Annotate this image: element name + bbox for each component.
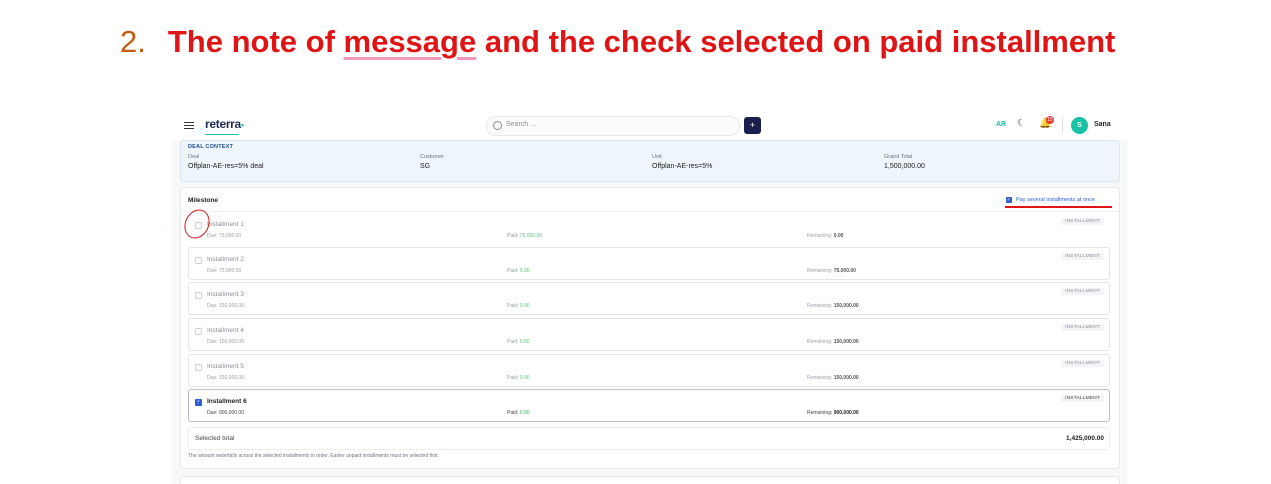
installment-paid: Paid: 0.00 xyxy=(507,375,530,381)
installment-checkbox[interactable] xyxy=(195,328,202,335)
heading-text-underlined: message xyxy=(343,24,477,59)
milestone-title: Milestone xyxy=(188,197,218,204)
installment-paid: Paid: 0.00 xyxy=(507,410,530,416)
installment-tag: INSTALLMENT xyxy=(1061,253,1104,260)
pay-several-label[interactable]: Pay several installments at once xyxy=(1016,197,1095,203)
installment-checkbox[interactable] xyxy=(195,257,202,264)
installment-due: Due: 150,000.00 xyxy=(207,375,244,381)
installment-remaining: Remaining: 150,000.00 xyxy=(807,339,859,345)
installment-due: Due: 150,000.00 xyxy=(207,303,244,309)
next-section-card xyxy=(180,476,1120,484)
menu-icon[interactable] xyxy=(184,122,194,131)
unit-field: Unit Offplan-AE-res=5% xyxy=(652,154,712,170)
installment-name: Installment 4 xyxy=(207,327,244,334)
waterfall-note: The amount waterfalls across the selecte… xyxy=(188,453,439,459)
installment-row[interactable]: Installment 5 Due: 150,000.00 Paid: 0.00… xyxy=(188,354,1110,387)
deal-label: Deal xyxy=(188,154,200,160)
customer-value: SG xyxy=(420,163,431,170)
installment-tag: INSTALLMENT xyxy=(1061,360,1104,367)
installment-checkbox-checked[interactable]: ✓ xyxy=(195,399,202,406)
installment-remaining: Remaining: 150,000.00 xyxy=(807,303,859,309)
installment-name: Installment 1 xyxy=(207,221,244,228)
unit-label: Unit xyxy=(652,154,662,160)
milestone-card: Milestone ✓ Pay several installments at … xyxy=(180,187,1120,469)
moon-icon[interactable]: ☾ xyxy=(1017,119,1026,129)
installment-row[interactable]: Installment 3 Due: 150,000.00 Paid: 0.00… xyxy=(188,282,1110,315)
annotation-heading: 2. The note of message and the check sel… xyxy=(120,24,1115,64)
heading-text: The note of message and the check select… xyxy=(168,24,1116,60)
installment-name: Installment 5 xyxy=(207,363,244,370)
language-toggle[interactable]: AR xyxy=(996,121,1006,128)
notification-badge: 15 xyxy=(1046,116,1054,124)
installment-row[interactable]: Installment 4 Due: 150,000.00 Paid: 0.00… xyxy=(188,318,1110,351)
deal-context-card: DEAL CONTEXT Deal Offplan-AE-res=5% deal… xyxy=(180,140,1120,182)
customer-field: Customer SG xyxy=(420,154,444,170)
installment-remaining: Remaining: 150,000.00 xyxy=(807,375,859,381)
installment-due: Due: 75,000.00 xyxy=(207,268,242,274)
installment-checkbox[interactable] xyxy=(195,364,202,371)
installment-name: Installment 2 xyxy=(207,256,244,263)
grand-total-value: 1,500,000.00 xyxy=(884,163,925,170)
top-bar: reterra• Search ... + AR ☾ 🔔 15 S Sana xyxy=(172,108,1127,141)
selected-total-row: Selected total 1,425,000.00 xyxy=(188,427,1110,450)
installment-row[interactable]: Installment 1 Due: 75,000.00 Paid: 75,00… xyxy=(188,212,1110,245)
installment-tag: INSTALLMENT xyxy=(1061,395,1104,402)
pay-several-checkbox[interactable]: ✓ xyxy=(1006,197,1012,203)
grand-total-field: Grand Total 1,500,000.00 xyxy=(884,154,925,170)
installment-due: Due: 900,000.00 xyxy=(207,410,244,416)
installment-checkbox[interactable] xyxy=(195,292,202,299)
app-screenshot: reterra• Search ... + AR ☾ 🔔 15 S Sana D… xyxy=(172,108,1127,484)
installment-tag: INSTALLMENT xyxy=(1061,218,1104,225)
search-placeholder: Search ... xyxy=(506,121,536,128)
installment-paid: Paid: 75,000.00 xyxy=(507,233,543,239)
installment-due: Due: 150,000.00 xyxy=(207,339,244,345)
deal-field: Deal Offplan-AE-res=5% deal xyxy=(188,154,264,170)
installment-name: Installment 3 xyxy=(207,291,244,298)
divider xyxy=(1062,117,1063,133)
add-button[interactable]: + xyxy=(744,117,761,134)
installment-tag: INSTALLMENT xyxy=(1061,288,1104,295)
avatar[interactable]: S xyxy=(1071,117,1088,134)
deal-value: Offplan-AE-res=5% deal xyxy=(188,163,264,170)
search-icon xyxy=(493,121,502,130)
annotation-underline xyxy=(1005,206,1112,208)
unit-value: Offplan-AE-res=5% xyxy=(652,163,713,170)
installment-tag: INSTALLMENT xyxy=(1061,324,1104,331)
heading-text-before: The note of xyxy=(167,24,344,59)
installment-row[interactable]: Installment 2 Due: 75,000.00 Paid: 0.00 … xyxy=(188,247,1110,280)
installment-paid: Paid: 0.00 xyxy=(507,339,530,345)
search-input[interactable]: Search ... xyxy=(486,116,740,136)
installment-paid: Paid: 0.00 xyxy=(507,303,530,309)
heading-number: 2. xyxy=(120,24,146,59)
installment-remaining: Remaining: 900,000.00 xyxy=(807,410,859,416)
deal-context-title: DEAL CONTEXT xyxy=(188,144,234,150)
user-name[interactable]: Sana xyxy=(1094,121,1111,128)
selected-total-label: Selected total xyxy=(195,435,235,442)
installment-paid: Paid: 0.00 xyxy=(507,268,530,274)
customer-label: Customer xyxy=(420,154,444,160)
selected-total-value: 1,425,000.00 xyxy=(1066,435,1104,442)
heading-text-after: and the check selected on paid installme… xyxy=(476,24,1116,59)
installment-remaining: Remaining: 75,000.00 xyxy=(807,268,856,274)
logo-text: reterra xyxy=(205,117,241,131)
installment-row-selected[interactable]: ✓ Installment 6 Due: 900,000.00 Paid: 0.… xyxy=(188,389,1110,422)
installment-remaining: Remaining: 0.00 xyxy=(807,233,844,239)
logo-dot: • xyxy=(240,120,244,130)
installment-name: Installment 6 xyxy=(207,398,247,405)
installment-due: Due: 75,000.00 xyxy=(207,233,242,239)
grand-total-label: Grand Total xyxy=(884,154,913,160)
app-logo[interactable]: reterra• xyxy=(205,117,244,135)
